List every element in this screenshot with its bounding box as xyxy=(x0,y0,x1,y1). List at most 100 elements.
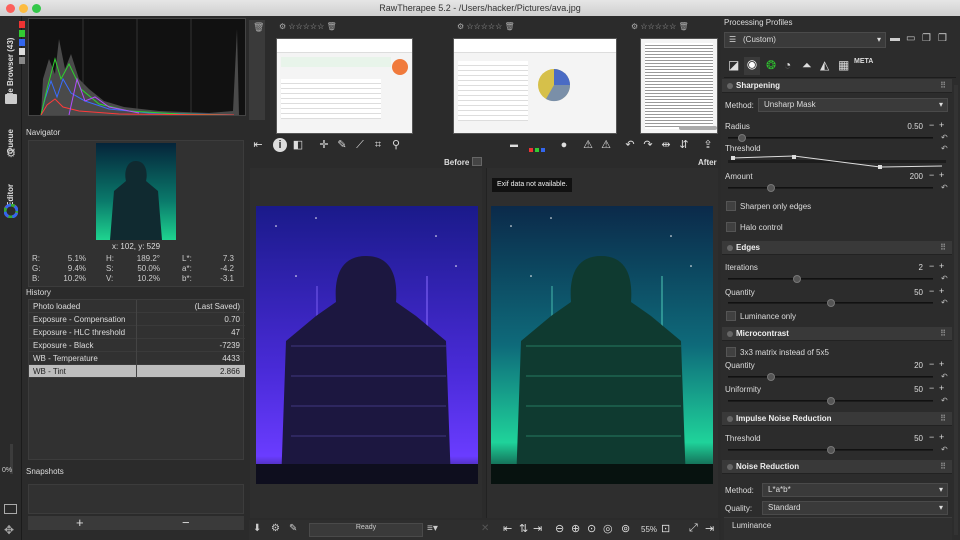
green-channel-icon[interactable] xyxy=(535,148,539,152)
micro-quantity-minus-button[interactable]: − xyxy=(929,359,934,369)
hide-right-panel-icon[interactable]: ⇥ xyxy=(705,522,714,535)
after-preview[interactable] xyxy=(486,168,718,518)
drag-handle-icon[interactable]: ⠿ xyxy=(940,412,946,426)
micro-quantity-value[interactable]: 20 xyxy=(893,361,923,370)
uniformity-value[interactable]: 50 xyxy=(893,385,923,394)
iterations-plus-button[interactable]: + xyxy=(939,261,944,271)
new-detail-window-icon[interactable]: ⊡ xyxy=(661,522,670,535)
histogram-toggle-icon[interactable]: ≡▾ xyxy=(427,523,438,534)
micro-quantity-plus-button[interactable]: + xyxy=(939,359,944,369)
profile-selector[interactable]: ☰ (Custom) xyxy=(724,32,886,48)
matrix-3x3-checkbox[interactable] xyxy=(726,347,736,357)
fullscreen-icon[interactable]: ⤢ xyxy=(689,522,698,535)
history-row[interactable]: Exposure - Black -7239 xyxy=(29,339,245,352)
rotate-right-icon[interactable]: ↷ xyxy=(641,138,655,152)
zoom-window-button[interactable] xyxy=(32,4,41,13)
wavelet-tab-icon[interactable]: ▦ xyxy=(838,58,849,72)
save-profile-icon[interactable]: ▭ xyxy=(906,33,915,44)
hand-tool-icon[interactable]: ✛ xyxy=(317,138,331,152)
color-tab-icon[interactable]: ❂ xyxy=(766,58,776,72)
crop-icon[interactable]: ⌗ xyxy=(371,138,385,152)
microcontrast-header[interactable]: Microcontrast ⠿ xyxy=(722,327,952,341)
noise-reduction-header[interactable]: Noise Reduction ⠿ xyxy=(722,460,952,474)
amount-value[interactable]: 200 xyxy=(893,172,923,181)
radius-reset-icon[interactable]: ↶ xyxy=(941,133,948,142)
flip-vertical-icon[interactable]: ⇵ xyxy=(677,138,691,152)
sharpening-toggle[interactable] xyxy=(727,83,733,89)
exposure-tab-icon[interactable]: ◪ xyxy=(728,58,739,72)
radius-value[interactable]: 0.50 xyxy=(893,122,923,131)
color-wheel-icon[interactable] xyxy=(4,204,18,218)
uniformity-slider[interactable] xyxy=(728,397,933,405)
history-row-selected[interactable]: WB - Tint 2.866 xyxy=(29,365,245,378)
thumbnail-image[interactable] xyxy=(640,38,718,134)
console-icon[interactable] xyxy=(4,504,17,514)
drag-handle-icon[interactable]: ⠿ xyxy=(940,327,946,341)
trash-icon[interactable]: 🗑 xyxy=(253,22,264,33)
close-window-button[interactable] xyxy=(6,4,15,13)
iterations-slider-knob[interactable] xyxy=(793,275,801,283)
luminance-only-checkbox[interactable] xyxy=(726,311,736,321)
add-snapshot-button[interactable]: + xyxy=(76,515,84,530)
edges-quantity-slider[interactable] xyxy=(728,299,933,307)
radius-minus-button[interactable]: − xyxy=(929,120,934,130)
red-channel-icon[interactable] xyxy=(529,148,533,152)
history-row[interactable]: Exposure - Compensation 0.70 xyxy=(29,313,245,326)
focus-mask-icon[interactable]: ● xyxy=(557,138,571,152)
save-icon[interactable]: ⬇ xyxy=(253,523,261,534)
drag-handle-icon[interactable]: ⠿ xyxy=(940,241,946,255)
open-folder-icon[interactable]: ▬ xyxy=(890,33,900,44)
impulse-threshold-slider-knob[interactable] xyxy=(827,446,835,454)
drag-handle-icon[interactable]: ⠿ xyxy=(940,460,946,474)
sync-icon[interactable]: ⇅ xyxy=(519,522,528,535)
impulse-threshold-reset-icon[interactable]: ↶ xyxy=(941,445,948,454)
edges-quantity-reset-icon[interactable]: ↶ xyxy=(941,298,948,307)
amount-reset-icon[interactable]: ↶ xyxy=(941,183,948,192)
histogram-channel-toggles[interactable] xyxy=(19,21,25,81)
previous-image-icon[interactable]: ⇤ xyxy=(503,522,512,535)
edges-toggle[interactable] xyxy=(727,245,733,251)
color-picker-icon[interactable]: ⚲ xyxy=(389,138,403,152)
export-icon[interactable]: ⇪ xyxy=(701,138,715,152)
uniformity-plus-button[interactable]: + xyxy=(939,383,944,393)
raw-tab-icon[interactable]: ◭ xyxy=(820,58,829,72)
straighten-icon[interactable]: ⟋ xyxy=(353,138,367,152)
thumbnail-toolbar-icons[interactable]: ⚙ ☆☆☆☆☆ 🗑 xyxy=(279,22,337,31)
iterations-reset-icon[interactable]: ↶ xyxy=(941,274,948,283)
impulse-noise-header[interactable]: Impulse Noise Reduction ⠿ xyxy=(722,412,952,426)
clipped-shadows-icon[interactable]: ⚠ xyxy=(581,138,595,152)
impulse-threshold-minus-button[interactable]: − xyxy=(929,432,934,442)
lock-icon[interactable] xyxy=(472,157,482,166)
amount-slider[interactable] xyxy=(728,184,933,192)
zoom-in-icon[interactable]: ⊕ xyxy=(571,522,580,535)
microcontrast-toggle[interactable] xyxy=(727,331,733,337)
gear-icon[interactable]: ⚙ xyxy=(5,149,17,160)
radius-slider-knob[interactable] xyxy=(738,134,746,142)
noise-method-select[interactable]: L*a*b* xyxy=(762,483,948,497)
edges-quantity-value[interactable]: 50 xyxy=(893,288,923,297)
radius-slider[interactable] xyxy=(728,134,933,142)
metadata-tab-icon[interactable]: META xyxy=(854,58,873,65)
snapshots-list[interactable] xyxy=(28,484,244,514)
thumbnail-toolbar-icons[interactable]: ⚙ ☆☆☆☆☆ 🗑 xyxy=(457,22,515,31)
clipped-highlights-icon[interactable]: ⚠ xyxy=(599,138,613,152)
advanced-tab-icon[interactable]: ◔ xyxy=(784,58,791,72)
history-row[interactable]: WB - Temperature 4433 xyxy=(29,352,245,365)
thumbnail-image[interactable] xyxy=(276,38,413,134)
edges-quantity-plus-button[interactable]: + xyxy=(939,286,944,296)
sharpening-header[interactable]: Sharpening ⠿ xyxy=(722,79,952,93)
history-row[interactable]: Photo loaded (Last Saved) xyxy=(29,300,245,313)
transform-tab-icon[interactable]: ⏶ xyxy=(802,58,812,73)
micro-quantity-slider[interactable] xyxy=(728,373,933,381)
folder-icon[interactable] xyxy=(5,94,17,104)
iterations-minus-button[interactable]: − xyxy=(929,261,934,271)
filmstrip-scrollbar[interactable] xyxy=(679,126,717,130)
thumbnail-partial[interactable] xyxy=(249,20,265,120)
flip-horizontal-icon[interactable]: ⇹ xyxy=(659,138,673,152)
preview-mode-icon[interactable]: ▬ xyxy=(507,138,521,152)
sharpen-only-edges-checkbox[interactable] xyxy=(726,201,736,211)
drag-handle-icon[interactable]: ⠿ xyxy=(940,79,946,93)
threshold-reset-icon[interactable]: ↶ xyxy=(941,144,948,153)
zoom-crop-icon[interactable]: ⊚ xyxy=(621,522,630,535)
next-image-icon[interactable]: ⇥ xyxy=(533,522,542,535)
